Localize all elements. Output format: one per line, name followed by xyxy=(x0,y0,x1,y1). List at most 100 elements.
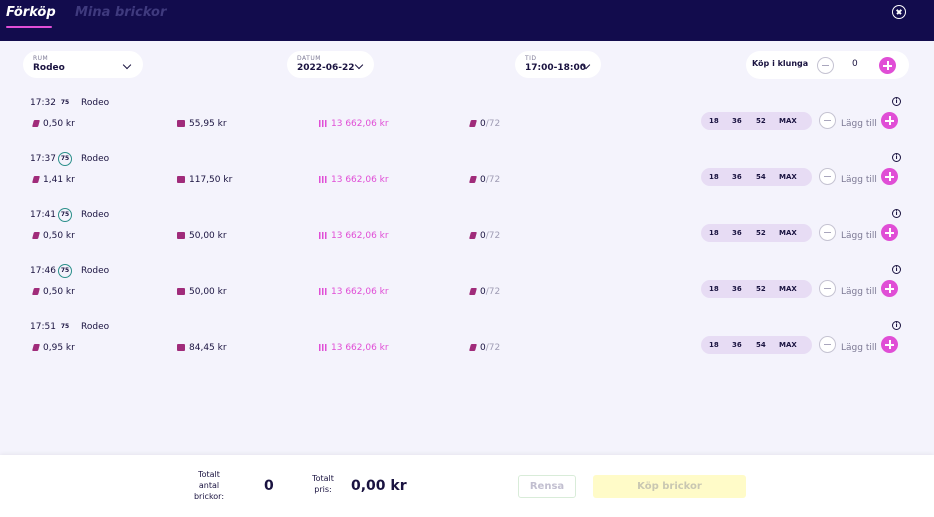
jackpot-icon xyxy=(319,232,327,239)
prize-amount-value: 50,00 kr xyxy=(189,287,227,297)
ticket-price: 1,41 kr xyxy=(32,175,75,185)
decrease-button[interactable] xyxy=(819,112,836,129)
info-icon[interactable]: i xyxy=(892,321,901,330)
footer: Totalt antal brickor: 0 Totalt pris: 0,0… xyxy=(0,455,934,517)
add-button[interactable] xyxy=(881,336,898,353)
time-filter-label: TID xyxy=(525,55,537,62)
add-button[interactable] xyxy=(881,224,898,241)
time-filter-value: 17:00-18:00 xyxy=(525,63,587,73)
total-price-label: Totalt pris: xyxy=(312,474,334,494)
top-bar: Förköp Mina brickor xyxy=(0,0,934,41)
add-label: Lägg till xyxy=(841,231,877,241)
decrease-button[interactable] xyxy=(819,168,836,185)
ticket-icon xyxy=(469,232,477,239)
info-icon[interactable]: i xyxy=(892,209,901,218)
time-filter[interactable]: TID 17:00-18:00 xyxy=(515,51,601,78)
buy-tickets-button[interactable]: Köp brickor xyxy=(593,475,746,498)
quick-select-option[interactable]: 36 xyxy=(732,285,742,293)
jackpot-amount-value: 13 662,06 kr xyxy=(331,287,389,297)
info-icon[interactable]: i xyxy=(892,97,901,106)
tab-forkop[interactable]: Förköp xyxy=(6,5,56,20)
game-row: 17:37 75 Rodeo i 1,41 kr 117,50 kr 13 662,06 k… xyxy=(23,149,909,199)
prize-amount-value: 84,45 kr xyxy=(189,343,227,353)
game-type-badge: 75 xyxy=(58,152,72,166)
decrease-button[interactable] xyxy=(819,224,836,241)
ticket-icon xyxy=(469,120,477,127)
quick-select-group: 18 36 52 MAX xyxy=(701,112,812,130)
decrease-button[interactable] xyxy=(819,280,836,297)
ticket-price: 0,50 kr xyxy=(32,287,75,297)
game-row: 17:51 75 Rodeo i 0,95 kr 84,45 kr 13 662,06 kr… xyxy=(23,317,909,367)
game-type-badge: 75 xyxy=(60,99,70,106)
game-time: 17:32 xyxy=(30,98,56,108)
group-buy-decrease-button[interactable] xyxy=(817,57,834,74)
quick-select-option[interactable]: 52 xyxy=(756,285,766,293)
quick-select-max[interactable]: MAX xyxy=(779,285,797,293)
game-row: 17:32 75 Rodeo i 0,50 kr 55,95 kr 13 662,06 kr… xyxy=(23,93,909,143)
tab-mina-brickor[interactable]: Mina brickor xyxy=(75,5,166,20)
info-icon[interactable]: i xyxy=(892,153,901,162)
game-room: Rodeo xyxy=(81,266,110,276)
quick-select-option[interactable]: 36 xyxy=(732,117,742,125)
ticket-count-max: /72 xyxy=(485,231,501,241)
close-icon[interactable] xyxy=(892,5,906,19)
ticket-count: 0/72 xyxy=(469,231,501,241)
add-label: Lägg till xyxy=(841,343,877,353)
quick-select-group: 18 36 52 MAX xyxy=(701,224,812,242)
add-button[interactable] xyxy=(881,168,898,185)
quick-select-option[interactable]: 18 xyxy=(709,229,719,237)
jackpot-icon xyxy=(319,176,327,183)
room-filter[interactable]: RUM Rodeo xyxy=(23,51,143,78)
gift-icon xyxy=(177,176,185,183)
gift-icon xyxy=(177,232,185,239)
jackpot-amount-value: 13 662,06 kr xyxy=(331,343,389,353)
ticket-count: 0/72 xyxy=(469,343,500,353)
quick-select-option[interactable]: 18 xyxy=(709,341,719,349)
decrease-button[interactable] xyxy=(819,336,836,353)
quick-select-max[interactable]: MAX xyxy=(779,173,797,181)
ticket-icon xyxy=(469,344,477,351)
quick-select-option[interactable]: 36 xyxy=(732,229,742,237)
date-filter-label: DATUM xyxy=(297,55,321,62)
gift-icon xyxy=(177,120,185,127)
game-room: Rodeo xyxy=(81,322,110,332)
gift-icon xyxy=(177,288,185,295)
game-row: 17:41 75 Rodeo i 0,50 kr 50,00 kr 13 662,06 kr… xyxy=(23,205,909,255)
quick-select-option[interactable]: 54 xyxy=(756,341,766,349)
quick-select-option[interactable]: 18 xyxy=(709,173,719,181)
quick-select-group: 18 36 54 MAX xyxy=(701,168,812,186)
prize-amount: 50,00 kr xyxy=(177,231,227,241)
quick-select-option[interactable]: 18 xyxy=(709,285,719,293)
quick-select-group: 18 36 54 MAX xyxy=(701,336,812,354)
jackpot-amount: 13 662,06 kr xyxy=(319,231,389,241)
jackpot-amount-value: 13 662,06 kr xyxy=(331,231,389,241)
quick-select-option[interactable]: 52 xyxy=(756,229,766,237)
quick-select-option[interactable]: 36 xyxy=(732,341,742,349)
ticket-icon xyxy=(32,344,40,351)
prize-amount-value: 117,50 kr xyxy=(189,175,233,185)
clear-button[interactable]: Rensa xyxy=(518,475,576,498)
add-label: Lägg till xyxy=(841,119,877,129)
info-icon[interactable]: i xyxy=(892,265,901,274)
room-filter-label: RUM xyxy=(33,55,49,62)
add-button[interactable] xyxy=(881,112,898,129)
quick-select-max[interactable]: MAX xyxy=(779,341,797,349)
group-buy-increase-button[interactable] xyxy=(879,57,896,74)
quick-select-option[interactable]: 52 xyxy=(756,117,766,125)
ticket-icon xyxy=(32,232,40,239)
add-button[interactable] xyxy=(881,280,898,297)
ticket-price: 0,50 kr xyxy=(32,119,75,129)
quick-select-max[interactable]: MAX xyxy=(779,117,797,125)
quick-select-option[interactable]: 54 xyxy=(756,173,766,181)
quick-select-option[interactable]: 36 xyxy=(732,173,742,181)
group-buy: Köp i klunga 0 xyxy=(746,51,909,79)
quick-select-option[interactable]: 18 xyxy=(709,117,719,125)
ticket-price: 0,95 kr xyxy=(32,343,75,353)
chevron-down-icon xyxy=(354,60,364,70)
quick-select-max[interactable]: MAX xyxy=(779,229,797,237)
prize-amount-value: 55,95 kr xyxy=(189,119,227,129)
prize-amount: 55,95 kr xyxy=(177,119,227,129)
date-filter[interactable]: DATUM 2022-06-22 xyxy=(287,51,374,78)
ticket-icon xyxy=(32,120,40,127)
game-row: 17:46 75 Rodeo i 0,50 kr 50,00 kr 13 662,06 kr… xyxy=(23,261,909,311)
